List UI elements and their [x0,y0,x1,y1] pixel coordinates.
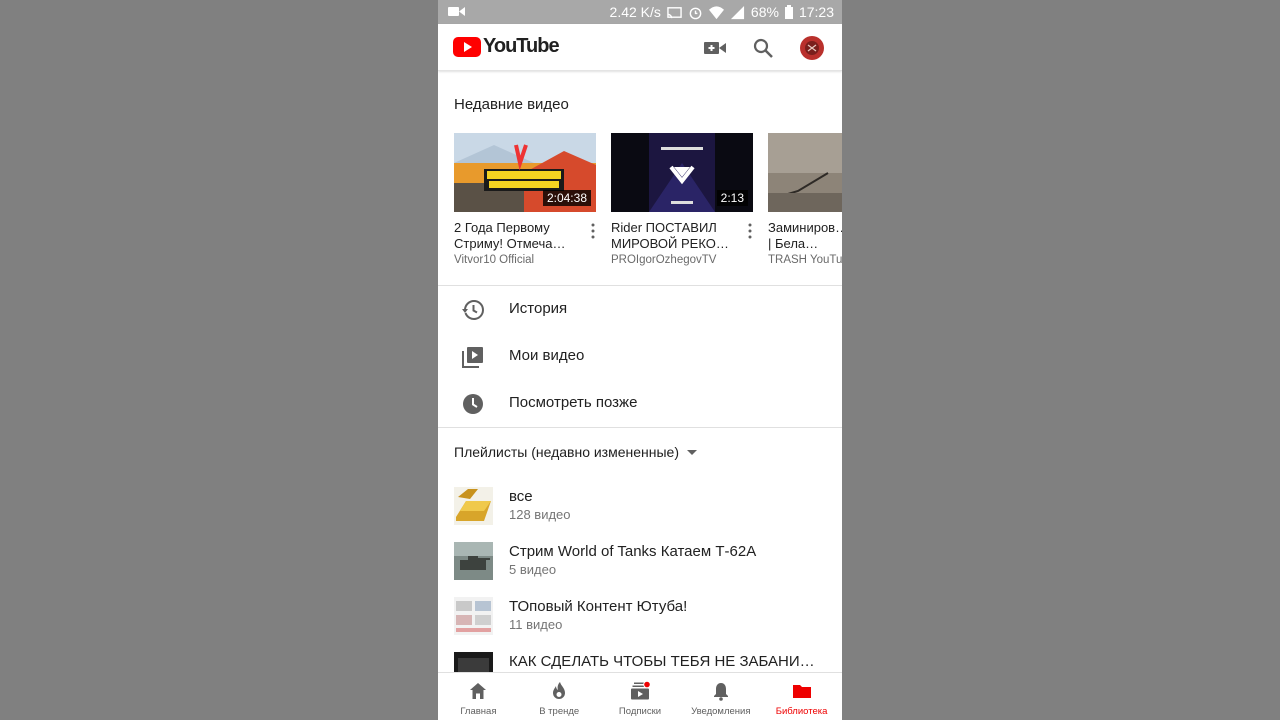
video-title[interactable]: 2 Года Первому Стриму! Отмеча… [454,220,576,252]
signal-icon [730,5,744,19]
playlist-title: Стрим World of Tanks Катаем Т-62А [509,543,757,560]
youtube-play-icon [453,36,481,57]
divider [438,427,842,428]
video-thumbnail[interactable]: 2:04:38 [454,133,596,212]
tab-label: Уведомления [691,706,751,717]
playlists-sort-dropdown[interactable]: Плейлисты (недавно измененные) [454,444,698,460]
upload-video-button[interactable] [703,36,727,60]
battery-icon [784,5,793,19]
search-button[interactable] [751,36,775,60]
menu-item-watch-later[interactable]: Посмотреть позже [438,380,842,427]
cast-icon [667,6,682,18]
bell-icon [713,683,728,701]
playlist-item[interactable]: КАК СДЕЛАТЬ ЧТОБЫ ТЕБЯ НЕ ЗАБАНИ… [438,652,842,672]
playlist-thumbnail [454,652,493,672]
playlist-thumbnail [454,542,493,580]
app-bar: YouTube [438,24,842,71]
tab-label: Главная [460,706,497,717]
recent-videos-title: Недавние видео [454,96,569,113]
tab-label: В тренде [539,706,580,717]
alarm-icon [689,7,702,19]
playlist-title: все [509,488,533,505]
video-duration: 2:04:38 [542,190,591,206]
tab-label: Библиотека [775,706,828,717]
playlist-count: 5 видео [509,562,557,577]
video-channel: Vitvor10 Official [454,254,535,266]
youtube-wordmark: YouTube [483,35,560,57]
recent-video-card[interactable]: 2:04:38 2 Года Первому Стриму! Отмеча… V… [454,133,596,266]
playlist-item[interactable]: Стрим World of Tanks Катаем Т-62А 5 виде… [438,542,842,597]
menu-item-my-videos[interactable]: Мои видео [438,333,842,380]
wifi-icon [708,5,724,19]
my-videos-icon [462,347,483,368]
tab-trending[interactable]: В тренде [519,673,600,720]
playlists-header-label: Плейлисты (недавно измененные) [454,444,680,460]
tab-label: Подписки [618,706,662,717]
playlist-item[interactable]: все 128 видео [438,487,842,542]
recent-video-card[interactable]: 2:13 Rider ПОСТАВИЛ МИРОВОЙ РЕКО… PROIgo… [611,133,753,266]
library-icon [792,685,811,698]
network-speed: 2.42 K/s [609,4,661,20]
clock: 17:23 [798,4,834,20]
playlist-thumbnail [454,597,493,635]
dropdown-caret-icon [687,449,698,455]
playlist-count: 11 видео [509,617,563,632]
tab-home[interactable]: Главная [438,673,519,720]
menu-item-history[interactable]: История [438,286,842,333]
playlist-title: КАК СДЕЛАТЬ ЧТОБЫ ТЕБЯ НЕ ЗАБАНИ… [509,653,815,670]
watch-later-icon [463,394,483,414]
battery-percent: 68% [750,4,779,20]
playlist-thumbnail [454,487,493,525]
more-options-icon[interactable] [747,223,753,239]
status-bar: 2.42 K/s 68% 17:23 [438,0,842,24]
video-thumbnail[interactable]: 2:13 [611,133,753,212]
video-title[interactable]: Rider ПОСТАВИЛ МИРОВОЙ РЕКО… [611,220,733,252]
phone-screen: 2.42 K/s 68% 17:23 YouTube Недавние виде… [438,0,842,720]
playlist-item[interactable]: ТОповый Контент Ютуба! 11 видео [438,597,842,652]
home-icon [470,683,487,699]
menu-item-label: История [509,300,568,317]
thumbnail-image [768,133,842,212]
video-camera-icon [448,7,465,16]
video-duration: 2:13 [716,190,748,206]
more-options-icon[interactable] [590,223,596,239]
library-content[interactable]: Недавние видео 2:04:38 2 Года Первому Ст… [438,72,842,672]
menu-item-label: Посмотреть позже [509,394,638,411]
bottom-navigation: Главная В тренде Подписки Уведомления Би… [438,672,842,720]
tab-subscriptions[interactable]: Подписки [600,673,681,720]
playlist-title: ТОповый Контент Ютуба! [509,598,688,615]
video-channel: TRASH YouTu… [768,254,842,266]
recent-video-card[interactable]: Заминиров… тапок | Бела… TRASH YouTu… [768,133,842,266]
menu-item-label: Мои видео [509,347,585,364]
video-title[interactable]: Заминиров… тапок | Бела… [768,220,842,252]
tab-notifications[interactable]: Уведомления [680,673,761,720]
account-avatar[interactable] [800,36,824,60]
tab-library[interactable]: Библиотека [761,673,842,720]
trending-icon [553,682,566,699]
youtube-logo[interactable]: YouTube [453,35,560,58]
playlist-count: 128 видео [509,507,571,522]
history-icon [462,300,484,320]
video-thumbnail[interactable] [768,133,842,212]
video-channel: PROIgorOzhegovTV [611,254,717,266]
subscriptions-icon [630,681,650,700]
